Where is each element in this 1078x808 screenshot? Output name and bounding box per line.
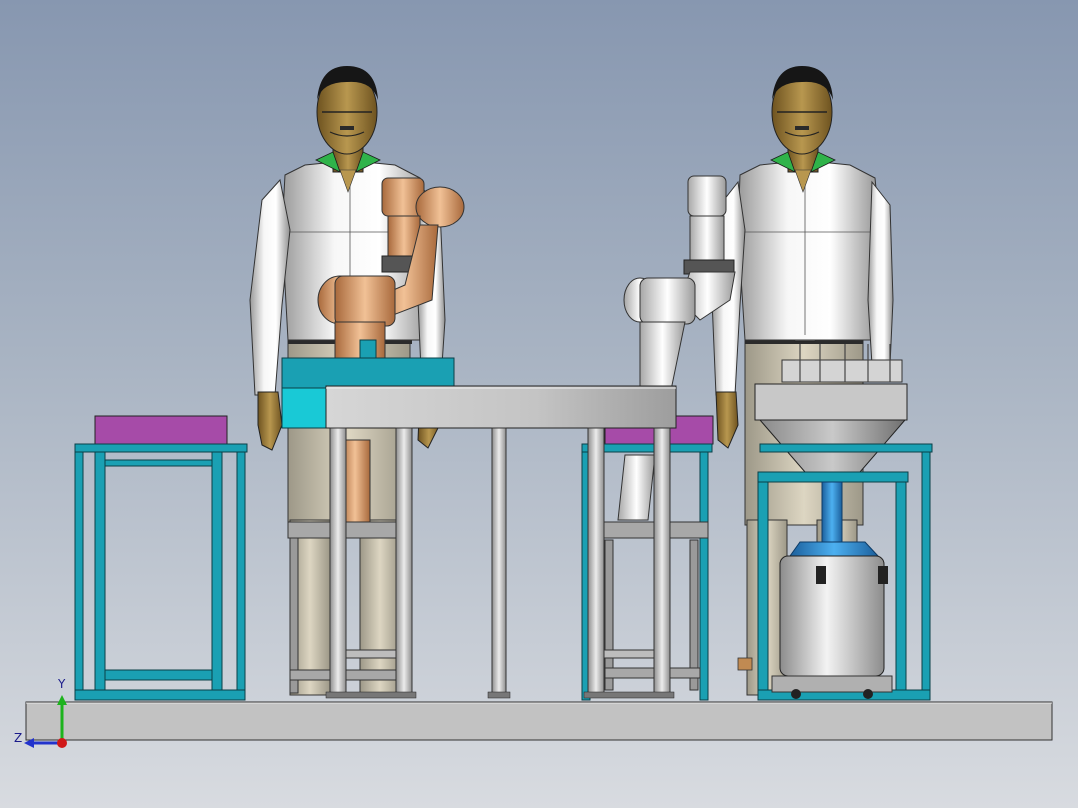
left-stand[interactable] [74,415,248,701]
y-axis-label: Y [58,677,66,691]
coordinate-triad: Y Z [10,677,80,754]
assembly-scene[interactable] [0,0,1078,808]
cad-viewport[interactable]: Y Z [0,0,1078,808]
x-axis-dot [57,738,67,748]
z-axis-label: Z [14,731,23,745]
base-plate[interactable] [25,701,1053,741]
hopper-station[interactable] [737,344,933,701]
